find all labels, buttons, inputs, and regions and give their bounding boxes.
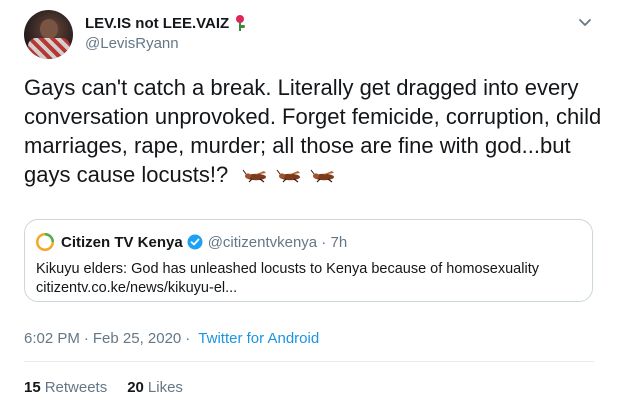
avatar[interactable]: [24, 10, 73, 59]
likes-stat[interactable]: 20 Likes: [127, 379, 183, 396]
chevron-down-icon[interactable]: [578, 18, 592, 28]
quoted-tweet[interactable]: Citizen TV Kenya @citizentvkenya · 7h Ki…: [24, 219, 593, 302]
quoted-tweet-text: Kikuyu elders: God has unleashed locusts…: [36, 261, 539, 277]
author-display-name[interactable]: LEV.IS not LEE.VAIZ: [85, 15, 229, 32]
locust-icon: [276, 169, 301, 183]
avatar-face: [40, 19, 58, 39]
retweets-count: 15: [24, 379, 41, 396]
tweet-client-link[interactable]: Twitter for Android: [198, 330, 319, 347]
tweet-stats: 15 Retweets 20 Likes: [24, 379, 203, 396]
tweet-time[interactable]: 6:02 PM: [24, 330, 80, 347]
meta-separator: ·: [185, 330, 191, 347]
tweet-card: LEV.IS not LEE.VAIZ @LevisRyann Gays can…: [0, 0, 618, 410]
quoted-author-name: Citizen TV Kenya: [61, 233, 183, 251]
rose-icon: [234, 15, 246, 31]
likes-label: Likes: [147, 379, 183, 396]
tweet-body: Gays can't catch a break. Literally get …: [24, 73, 604, 189]
retweets-label: Retweets: [44, 379, 108, 396]
avatar-shirt: [28, 38, 70, 59]
meta-separator: ·: [83, 330, 89, 347]
locust-icon: [310, 169, 335, 183]
author-name-row[interactable]: LEV.IS not LEE.VAIZ: [85, 13, 246, 33]
citizen-tv-logo-icon: [36, 233, 54, 251]
quoted-tweet-link[interactable]: citizentv.co.ke/news/kikuyu-el...: [36, 280, 237, 296]
author-handle[interactable]: @LevisRyann: [85, 35, 179, 52]
quoted-tweet-header: Citizen TV Kenya @citizentvkenya · 7h: [36, 233, 347, 251]
tweet-meta: 6:02 PM · Feb 25, 2020 · Twitter for And…: [24, 330, 319, 347]
locust-icon: [242, 169, 267, 183]
quoted-author-handle-time: @citizentvkenya · 7h: [207, 233, 348, 251]
verified-badge-icon: [187, 234, 203, 250]
locust-emoji-group: [242, 169, 340, 183]
tweet-date[interactable]: Feb 25, 2020: [93, 330, 181, 347]
retweets-stat[interactable]: 15 Retweets: [24, 379, 107, 396]
likes-count: 20: [127, 379, 144, 396]
divider: [24, 361, 594, 362]
